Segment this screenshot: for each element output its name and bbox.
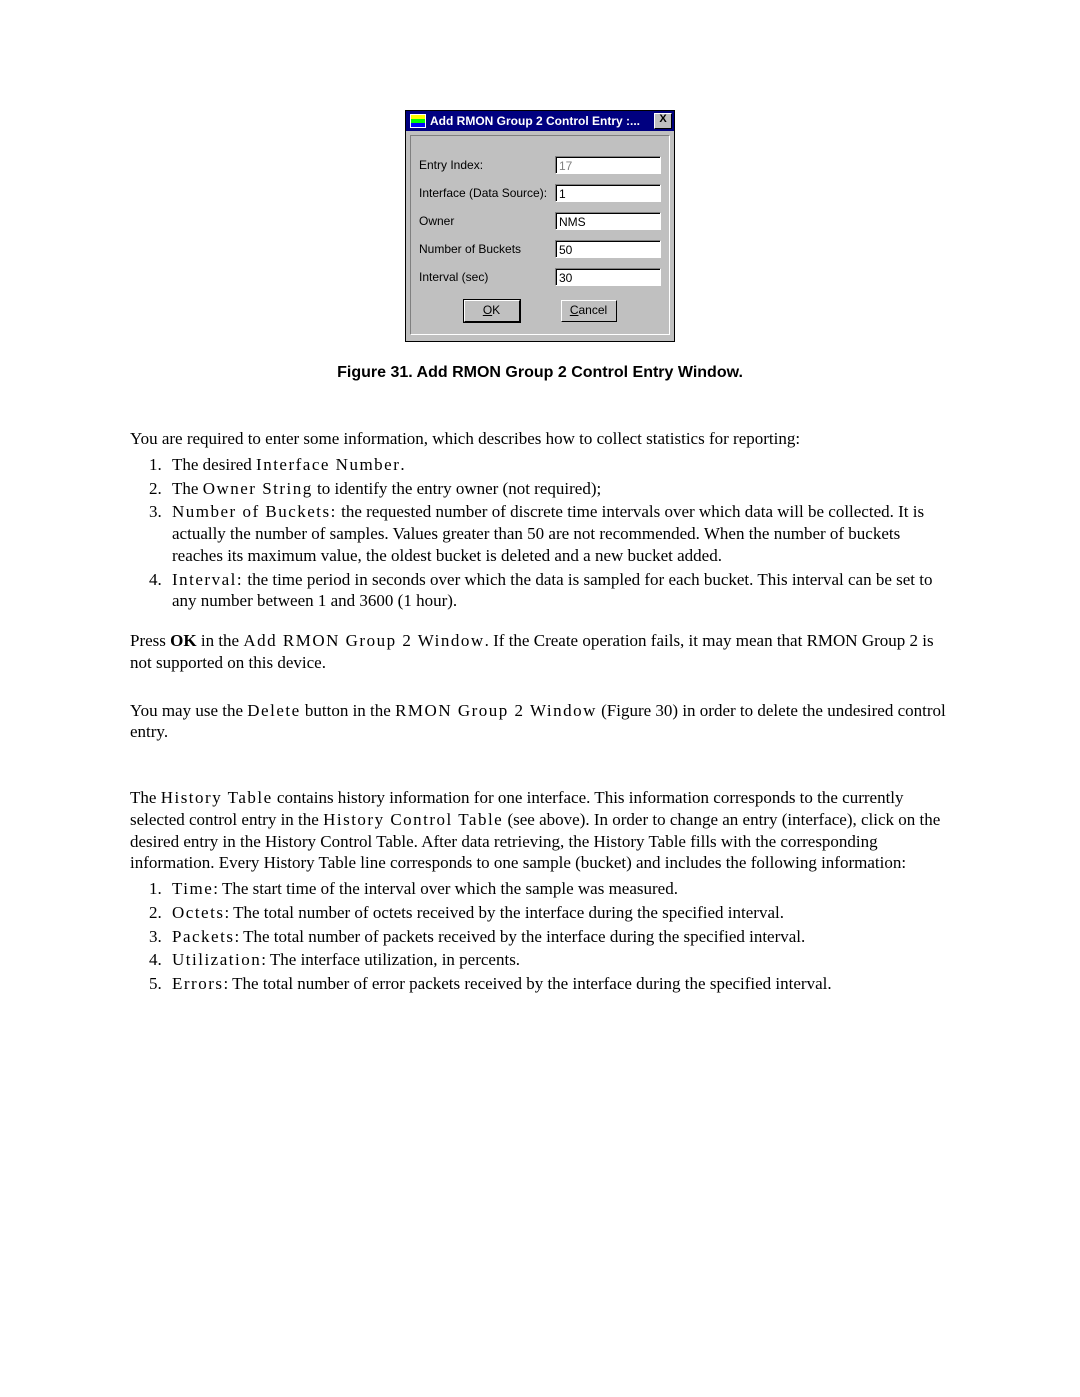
list-item: Time: The start time of the interval ove… [166, 878, 950, 900]
row-interface: Interface (Data Source): 1 [419, 184, 661, 202]
input-owner[interactable]: NMS [555, 212, 661, 230]
rmon-dialog: Add RMON Group 2 Control Entry :... X En… [405, 110, 675, 342]
label-interface: Interface (Data Source): [419, 186, 555, 200]
press-ok-paragraph: Press OK in the Add RMON Group 2 Window.… [130, 630, 950, 674]
list-item: Utilization: The interface utilization, … [166, 949, 950, 971]
button-row: OK Cancel [419, 300, 661, 322]
row-interval: Interval (sec) 30 [419, 268, 661, 286]
cancel-button[interactable]: Cancel [561, 300, 617, 322]
close-icon[interactable]: X [654, 113, 672, 129]
ok-button[interactable]: OK [464, 300, 520, 322]
label-entry-index: Entry Index: [419, 158, 555, 172]
list-item: Interval: the time period in seconds ove… [166, 569, 950, 613]
figure-caption: Figure 31. Add RMON Group 2 Control Entr… [130, 364, 950, 382]
input-entry-index: 17 [555, 156, 661, 174]
label-owner: Owner [419, 214, 555, 228]
list-item: The desired Interface Number. [166, 454, 950, 476]
list-item: Packets: The total number of packets rec… [166, 926, 950, 948]
row-buckets: Number of Buckets 50 [419, 240, 661, 258]
history-fields-list: Time: The start time of the interval ove… [130, 878, 950, 995]
label-interval: Interval (sec) [419, 270, 555, 284]
row-entry-index: Entry Index: 17 [419, 156, 661, 174]
list-item: Number of Buckets: the requested number … [166, 501, 950, 566]
dialog-body: Entry Index: 17 Interface (Data Source):… [406, 131, 674, 341]
titlebar: Add RMON Group 2 Control Entry :... X [406, 111, 674, 131]
document-page: Add RMON Group 2 Control Entry :... X En… [0, 0, 1080, 1093]
list-item: The Owner String to identify the entry o… [166, 478, 950, 500]
input-interface[interactable]: 1 [555, 184, 661, 202]
label-buckets: Number of Buckets [419, 242, 555, 256]
history-paragraph: The History Table contains history infor… [130, 787, 950, 874]
input-interval[interactable]: 30 [555, 268, 661, 286]
titlebar-text: Add RMON Group 2 Control Entry :... [430, 114, 650, 128]
list-item: Octets: The total number of octets recei… [166, 902, 950, 924]
requirements-list: The desired Interface Number. The Owner … [130, 454, 950, 612]
input-buckets[interactable]: 50 [555, 240, 661, 258]
field-group: Entry Index: 17 Interface (Data Source):… [410, 135, 670, 335]
delete-paragraph: You may use the Delete button in the RMO… [130, 700, 950, 744]
intro-paragraph: You are required to enter some informati… [130, 428, 950, 450]
row-owner: Owner NMS [419, 212, 661, 230]
list-item: Errors: The total number of error packet… [166, 973, 950, 995]
app-icon [410, 114, 426, 128]
